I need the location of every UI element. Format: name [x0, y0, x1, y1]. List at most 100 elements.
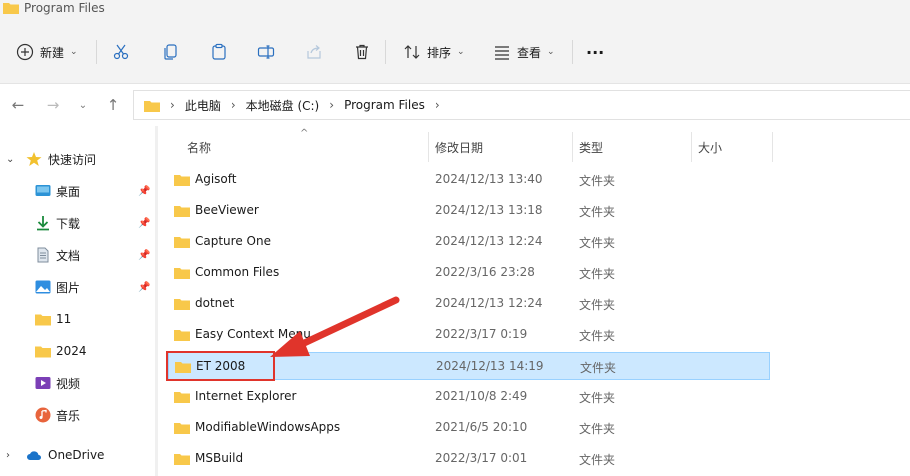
file-date: 2024/12/13 12:24 [435, 234, 543, 248]
file-name: Capture One [195, 234, 271, 248]
paste-button[interactable] [210, 40, 228, 64]
file-explorer-window: Program Files 新建 ⌄ 排序 ⌄ 查看 ⌄ ··· ← → ⌄ ↑… [0, 0, 910, 476]
folder-icon [174, 268, 190, 279]
nav-item-downloads[interactable]: 下载 📌 [0, 209, 160, 237]
breadcrumb-chevron-icon: › [230, 98, 236, 112]
new-button-label: 新建 [40, 45, 65, 60]
star-icon [26, 152, 42, 166]
cut-button[interactable] [112, 40, 130, 64]
nav-item-pictures[interactable]: 图片 📌 [0, 273, 160, 301]
pin-icon: 📌 [138, 281, 151, 293]
nav-item-videos[interactable]: 视频 [0, 369, 160, 397]
forward-arrow-icon[interactable]: → [44, 96, 62, 114]
copy-button[interactable] [162, 40, 180, 64]
nav-item-music[interactable]: 音乐 [0, 401, 160, 429]
nav-label: 视频 [56, 376, 81, 391]
recent-locations-chevron-icon[interactable]: ⌄ [74, 96, 92, 114]
chevron-down-icon: ⌄ [70, 47, 78, 57]
rename-button[interactable] [257, 40, 275, 64]
file-name: Common Files [195, 265, 280, 279]
nav-label: 文档 [56, 248, 81, 263]
breadcrumb-local-disk[interactable]: 本地磁盘 (C:) [246, 97, 320, 114]
view-button[interactable]: 查看 ⌄ [493, 40, 555, 64]
column-header-name[interactable]: 名称 [187, 132, 211, 162]
toolbar-divider [96, 40, 97, 64]
expand-chevron-icon[interactable]: ⌄ [6, 154, 14, 165]
file-type: 文件夹 [579, 391, 616, 405]
nav-label: OneDrive [48, 448, 105, 462]
chevron-down-icon: ⌄ [457, 47, 465, 57]
file-date: 2024/12/13 14:19 [436, 359, 544, 373]
expand-chevron-icon[interactable]: › [6, 450, 10, 461]
sort-icon [404, 45, 420, 59]
nav-onedrive[interactable]: › OneDrive [0, 441, 160, 469]
file-type: 文件夹 [579, 422, 616, 436]
chevron-down-icon: ⌄ [547, 47, 555, 57]
up-arrow-icon[interactable]: ↑ [104, 96, 122, 114]
view-list-icon [495, 46, 509, 60]
toolbar-divider [572, 40, 573, 64]
nav-item-folder-2024[interactable]: 2024 [0, 337, 160, 365]
file-row[interactable]: Common Files 2022/3/16 23:28 文件夹 [168, 259, 770, 287]
file-row[interactable]: Easy Context Menu 2022/3/17 0:19 文件夹 [168, 321, 770, 349]
column-header-date[interactable]: 修改日期 [435, 132, 483, 162]
breadcrumb-program-files[interactable]: Program Files [344, 98, 425, 112]
nav-scrollbar[interactable] [155, 126, 158, 476]
file-name: Easy Context Menu [195, 327, 311, 341]
nav-item-documents[interactable]: 文档 📌 [0, 241, 160, 269]
file-type: 文件夹 [579, 453, 616, 467]
breadcrumb-chevron-icon: › [434, 98, 440, 112]
scissors-icon [113, 44, 129, 60]
file-row[interactable]: ModifiableWindowsApps 2021/6/5 20:10 文件夹 [168, 414, 770, 442]
more-options-button[interactable]: ··· [586, 40, 604, 64]
pictures-icon [35, 280, 51, 294]
file-row[interactable]: dotnet 2024/12/13 12:24 文件夹 [168, 290, 770, 318]
navigation-pane: ⌄ 快速访问 桌面 📌 下载 📌 文档 📌 图片 📌 11 2024 视频 音乐… [0, 126, 160, 476]
file-date: 2024/12/13 13:40 [435, 172, 543, 186]
file-row[interactable]: Capture One 2024/12/13 12:24 文件夹 [168, 228, 770, 256]
file-row[interactable]: MSBuild 2022/3/17 0:01 文件夹 [168, 445, 770, 473]
nav-quick-access[interactable]: ⌄ 快速访问 [0, 145, 160, 173]
new-button[interactable]: 新建 ⌄ [16, 40, 78, 64]
nav-item-folder-11[interactable]: 11 [0, 305, 160, 333]
folder-icon [174, 175, 190, 186]
back-arrow-icon[interactable]: ← [9, 96, 27, 114]
column-divider[interactable] [428, 132, 429, 162]
share-button[interactable] [305, 40, 323, 64]
video-icon [35, 377, 51, 389]
file-type: 文件夹 [579, 174, 616, 188]
sort-button[interactable]: 排序 ⌄ [403, 40, 465, 64]
nav-label: 图片 [56, 280, 81, 295]
file-row[interactable]: Agisoft 2024/12/13 13:40 文件夹 [168, 166, 770, 194]
file-date: 2022/3/16 23:28 [435, 265, 535, 279]
column-divider[interactable] [572, 132, 573, 162]
toolbar-divider [385, 40, 386, 64]
column-divider[interactable] [691, 132, 692, 162]
paste-icon [212, 43, 226, 60]
desktop-icon [35, 185, 51, 196]
folder-icon [174, 423, 190, 434]
file-date: 2022/3/17 0:01 [435, 451, 528, 465]
folder-icon [174, 392, 190, 403]
pin-icon: 📌 [138, 185, 151, 197]
file-date: 2022/3/17 0:19 [435, 327, 528, 341]
folder-icon [174, 299, 190, 310]
column-header-type[interactable]: 类型 [579, 132, 603, 162]
command-bar: 新建 ⌄ 排序 ⌄ 查看 ⌄ ··· [0, 20, 910, 84]
breadcrumb-this-pc[interactable]: 此电脑 [185, 97, 221, 114]
column-divider[interactable] [772, 132, 773, 162]
folder-icon [3, 3, 19, 14]
nav-label: 桌面 [56, 184, 81, 199]
nav-item-desktop[interactable]: 桌面 📌 [0, 177, 160, 205]
folder-icon [144, 100, 160, 112]
file-name: ModifiableWindowsApps [195, 420, 341, 434]
folder-icon [35, 314, 51, 326]
delete-button[interactable] [353, 40, 371, 64]
breadcrumb-chevron-icon: › [329, 98, 335, 112]
file-row[interactable]: BeeViewer 2024/12/13 13:18 文件夹 [168, 197, 770, 225]
column-header-size[interactable]: 大小 [698, 132, 722, 162]
file-date: 2021/10/8 2:49 [435, 389, 528, 403]
file-row[interactable]: Internet Explorer 2021/10/8 2:49 文件夹 [168, 383, 770, 411]
address-bar[interactable]: › 此电脑 › 本地磁盘 (C:) › Program Files › [133, 90, 910, 120]
file-name: Agisoft [195, 172, 237, 186]
